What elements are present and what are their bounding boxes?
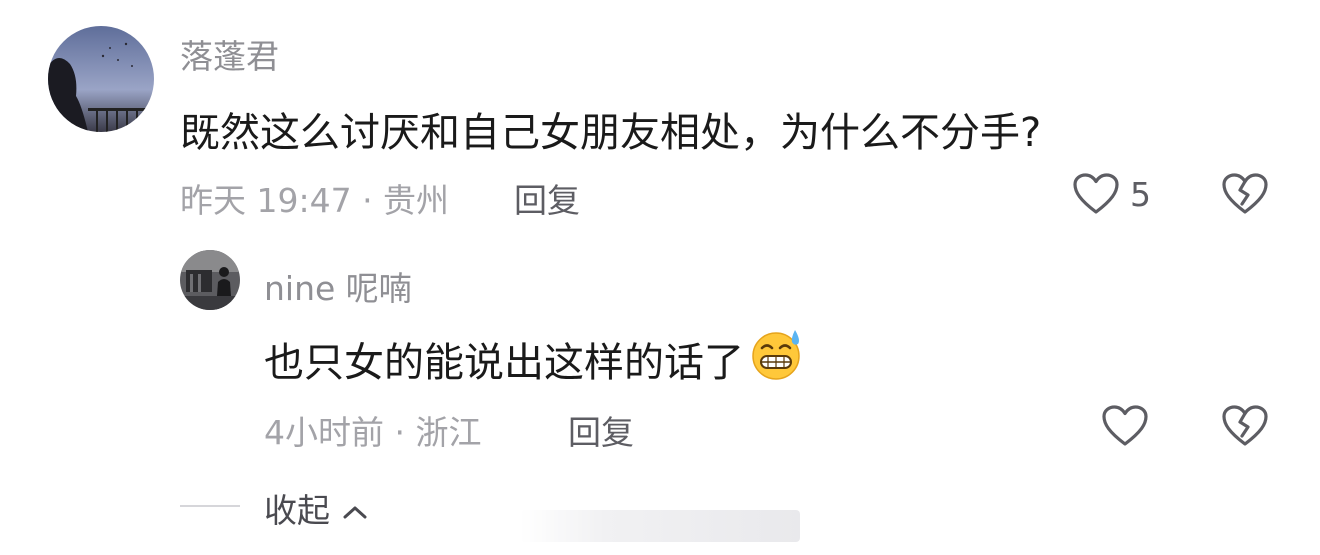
collapse-label: 收起: [264, 491, 330, 530]
reply-text: 也只女的能说出这样的话了: [264, 328, 806, 390]
comment-text: 既然这么讨厌和自己女朋友相处，为什么不分手?: [180, 110, 1042, 156]
avatar[interactable]: [48, 26, 154, 132]
comment-time-location: 昨天 19:47 · 贵州: [180, 181, 450, 220]
reply-to-reply-button[interactable]: 回复: [568, 406, 634, 454]
broken-heart-icon[interactable]: [1221, 172, 1269, 216]
reply-text-content: 也只女的能说出这样的话了: [264, 340, 744, 386]
reply-time-location: 4小时前 · 浙江: [264, 413, 482, 452]
reply-username[interactable]: nine 呢喃: [264, 262, 412, 310]
watermark-fade: [520, 510, 800, 542]
heart-outline-icon[interactable]: [1101, 404, 1149, 448]
chevron-up-icon: [342, 489, 368, 528]
heart-outline-icon[interactable]: [1072, 172, 1120, 216]
collapse-replies-button[interactable]: 收起: [264, 484, 368, 532]
reply-button[interactable]: 回复: [514, 174, 580, 222]
reply-avatar[interactable]: [180, 250, 240, 310]
like-count: 5: [1130, 175, 1151, 214]
grimacing-sweat-emoji-icon: [748, 328, 806, 390]
broken-heart-icon[interactable]: [1221, 404, 1269, 448]
comment-username[interactable]: 落蓬君: [180, 30, 279, 78]
collapse-divider: [180, 505, 240, 507]
